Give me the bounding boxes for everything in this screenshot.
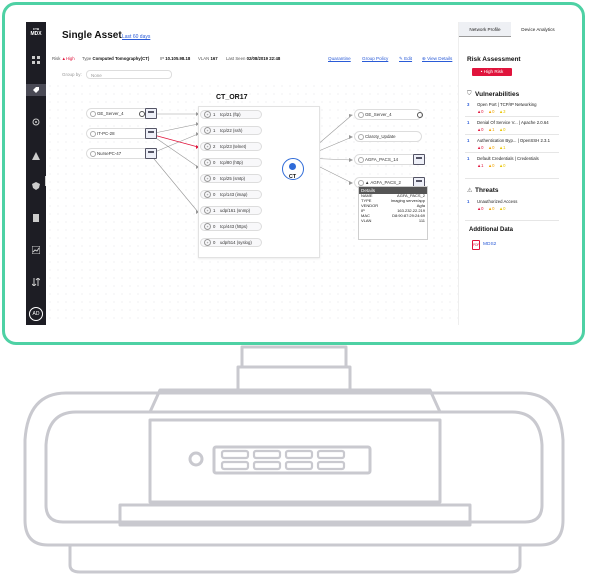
monitor-stand: [23, 345, 565, 574]
